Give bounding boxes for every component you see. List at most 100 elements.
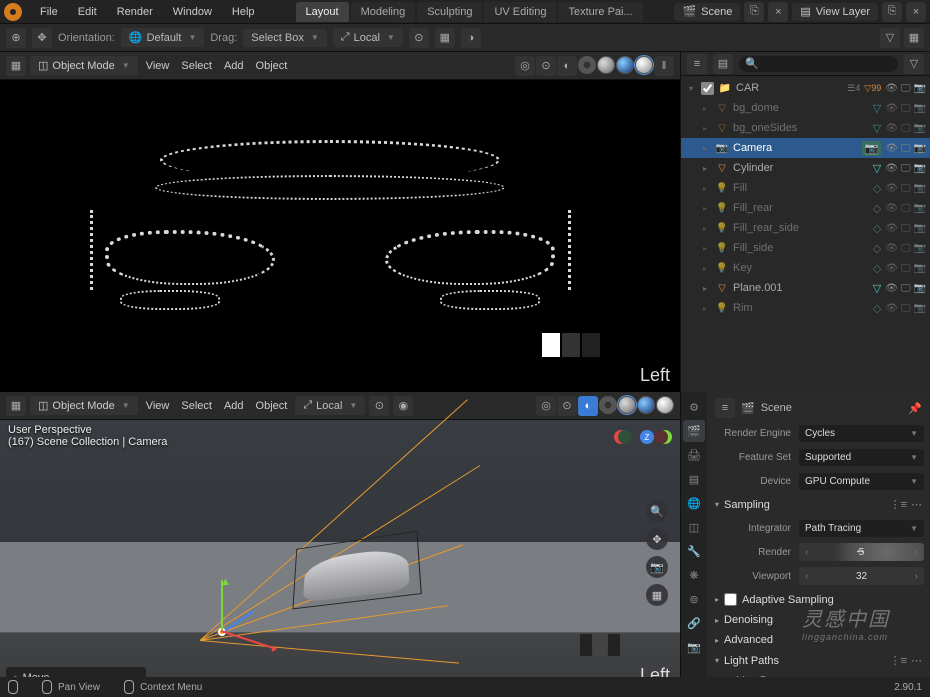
tab-uvediting[interactable]: UV Editing [484, 2, 556, 22]
tab-sculpting[interactable]: Sculpting [417, 2, 482, 22]
feature-set-dropdown[interactable]: Supported▼ [799, 449, 924, 466]
tab-physics-icon[interactable]: ⊚ [683, 588, 705, 610]
device-dropdown[interactable]: GPU Compute▼ [799, 473, 924, 490]
denoising-header[interactable]: ▸ Denoising [713, 610, 924, 630]
snap-icon[interactable]: ⊙ [369, 396, 389, 416]
tree-collection[interactable]: ▾ 📁 CAR ☰4 ▽99 👁🖵📷 [681, 78, 930, 98]
pivot-dropdown[interactable]: ⤢ Local ▼ [333, 28, 403, 47]
camera-icon[interactable]: 📷 [914, 203, 926, 214]
disclosure-icon[interactable]: ▸ [703, 244, 711, 253]
drag-dropdown[interactable]: Select Box ▼ [243, 29, 327, 47]
disclosure-icon[interactable]: ▸ [703, 164, 711, 173]
sampling-header[interactable]: ▾ Sampling ⋮≡⋯ [713, 494, 924, 515]
mode-dropdown[interactable]: ◫ Object Mode ▼ [30, 396, 138, 415]
eye-icon[interactable]: 👁 [885, 83, 898, 94]
disclosure-icon[interactable]: ▸ [703, 204, 711, 213]
render-engine-dropdown[interactable]: Cycles▼ [799, 425, 924, 442]
gizmo-icon[interactable]: ◎ [536, 396, 556, 416]
collection-checkbox[interactable] [701, 82, 714, 95]
pause-icon[interactable]: ‖ [654, 56, 674, 76]
blender-logo-icon[interactable] [4, 3, 22, 21]
viewport-samples-field[interactable]: 32 [799, 567, 924, 585]
transform-gizmo[interactable]: ▲ ▸ [180, 590, 260, 670]
tab-viewlayer-icon[interactable]: ▤ [683, 468, 705, 490]
shading-rendered-icon[interactable] [635, 56, 653, 74]
disclosure-icon[interactable]: ▸ [703, 304, 711, 313]
eye-icon[interactable]: 👁 [885, 243, 898, 254]
tree-row[interactable]: ▸▽bg_dome▽👁🖵📷 [681, 98, 930, 118]
perspective-icon[interactable]: ▦ [646, 584, 668, 606]
editor-type-icon[interactable]: ≡ [687, 54, 707, 74]
options-icon[interactable]: ⋯ [911, 654, 922, 667]
adaptive-checkbox[interactable] [724, 593, 737, 606]
eye-icon[interactable]: 👁 [885, 283, 898, 294]
move-tool-icon[interactable]: ✥ [32, 28, 52, 48]
show-gizmo-icon[interactable]: ◎ [515, 56, 535, 76]
screen-icon[interactable]: 🖵 [901, 243, 911, 254]
viewport-rendered[interactable]: ▦ ◫ Object Mode ▼ View Select Add Object… [0, 52, 680, 392]
tab-modifiers-icon[interactable]: 🔧 [683, 540, 705, 562]
viewlayer-delete-icon[interactable]: × [906, 2, 926, 22]
filter-icon[interactable]: ▽ [880, 28, 900, 48]
preset-icon[interactable]: ⋮≡ [890, 498, 907, 511]
camera-icon[interactable]: 📷 [914, 283, 926, 294]
shading-matpreview-icon[interactable] [637, 396, 655, 414]
camera-icon[interactable]: 📷 [914, 263, 926, 274]
disclosure-icon[interactable]: ▸ [703, 124, 711, 133]
disclosure-icon[interactable]: ▸ [703, 184, 711, 193]
pin-icon[interactable]: 📌 [908, 402, 922, 415]
screen-icon[interactable]: 🖵 [901, 83, 911, 94]
disclosure-icon[interactable]: ▾ [689, 84, 697, 93]
menu-select[interactable]: Select [177, 400, 216, 412]
shading-rendered-icon[interactable] [656, 396, 674, 414]
tab-scene-icon[interactable]: 🎬 [683, 420, 705, 442]
tree-row[interactable]: ▸💡Key◇👁🖵📷 [681, 258, 930, 278]
tree-row[interactable]: ▸💡Fill_rear◇👁🖵📷 [681, 198, 930, 218]
filter-icon[interactable]: ▽ [904, 54, 924, 74]
tree-row[interactable]: ▸▽Plane.001▽👁🖵📷 [681, 278, 930, 298]
tree-row[interactable]: ▸💡Fill◇👁🖵📷 [681, 178, 930, 198]
adaptive-sampling-header[interactable]: ▸ Adaptive Sampling [713, 589, 924, 610]
orientation-dropdown[interactable]: ⤢ Local ▼ [295, 396, 365, 415]
menu-select[interactable]: Select [177, 60, 216, 72]
camera-icon[interactable]: 📷 [914, 83, 926, 94]
shading-solid-icon[interactable] [597, 56, 615, 74]
pan-icon[interactable]: ✥ [646, 528, 668, 550]
menu-render[interactable]: Render [107, 3, 163, 21]
menu-file[interactable]: File [30, 3, 68, 21]
shading-matpreview-icon[interactable] [616, 56, 634, 74]
tab-particles-icon[interactable]: ❋ [683, 564, 705, 586]
screen-icon[interactable]: 🖵 [901, 223, 911, 234]
integrator-dropdown[interactable]: Path Tracing▼ [799, 520, 924, 537]
tab-modeling[interactable]: Modeling [351, 2, 416, 22]
snap-toggle-icon[interactable]: ⊙ [409, 28, 429, 48]
editor-type-icon[interactable]: ≡ [715, 398, 735, 418]
tree-row[interactable]: ▸📷Camera📷👁🖵📷 [681, 138, 930, 158]
overlay-toggle-icon[interactable]: ◑ [461, 28, 481, 48]
eye-icon[interactable]: 👁 [885, 163, 898, 174]
tree-row[interactable]: ▸💡Rim◇👁🖵📷 [681, 298, 930, 318]
camera-icon[interactable]: 📷 [914, 163, 926, 174]
menu-view[interactable]: View [142, 60, 174, 72]
eye-icon[interactable]: 👁 [885, 183, 898, 194]
shading-solid-icon[interactable] [618, 396, 636, 414]
tree-row[interactable]: ▸▽bg_oneSides▽👁🖵📷 [681, 118, 930, 138]
screen-icon[interactable]: 🖵 [901, 183, 911, 194]
eye-icon[interactable]: 👁 [885, 263, 898, 274]
camera-icon[interactable]: 📷 [914, 183, 926, 194]
preset-icon[interactable]: ⋮≡ [890, 654, 907, 667]
tab-world-icon[interactable]: 🌐 [683, 492, 705, 514]
tab-texturepaint[interactable]: Texture Pai... [558, 2, 642, 22]
menu-window[interactable]: Window [163, 3, 222, 21]
menu-object[interactable]: Object [252, 400, 292, 412]
collection-new-icon[interactable]: ▦ [904, 28, 924, 48]
outliner-search[interactable]: 🔍 [739, 56, 898, 72]
menu-edit[interactable]: Edit [68, 3, 107, 21]
eye-icon[interactable]: 👁 [885, 103, 898, 114]
menu-view[interactable]: View [142, 400, 174, 412]
axis-neg-icon[interactable] [618, 430, 632, 444]
orientation-dropdown[interactable]: 🌐 Default ▼ [121, 28, 204, 47]
camera-icon[interactable]: 📷 [914, 103, 926, 114]
camera-icon[interactable]: 📷 [914, 243, 926, 254]
tab-constraints-icon[interactable]: 🔗 [683, 612, 705, 634]
